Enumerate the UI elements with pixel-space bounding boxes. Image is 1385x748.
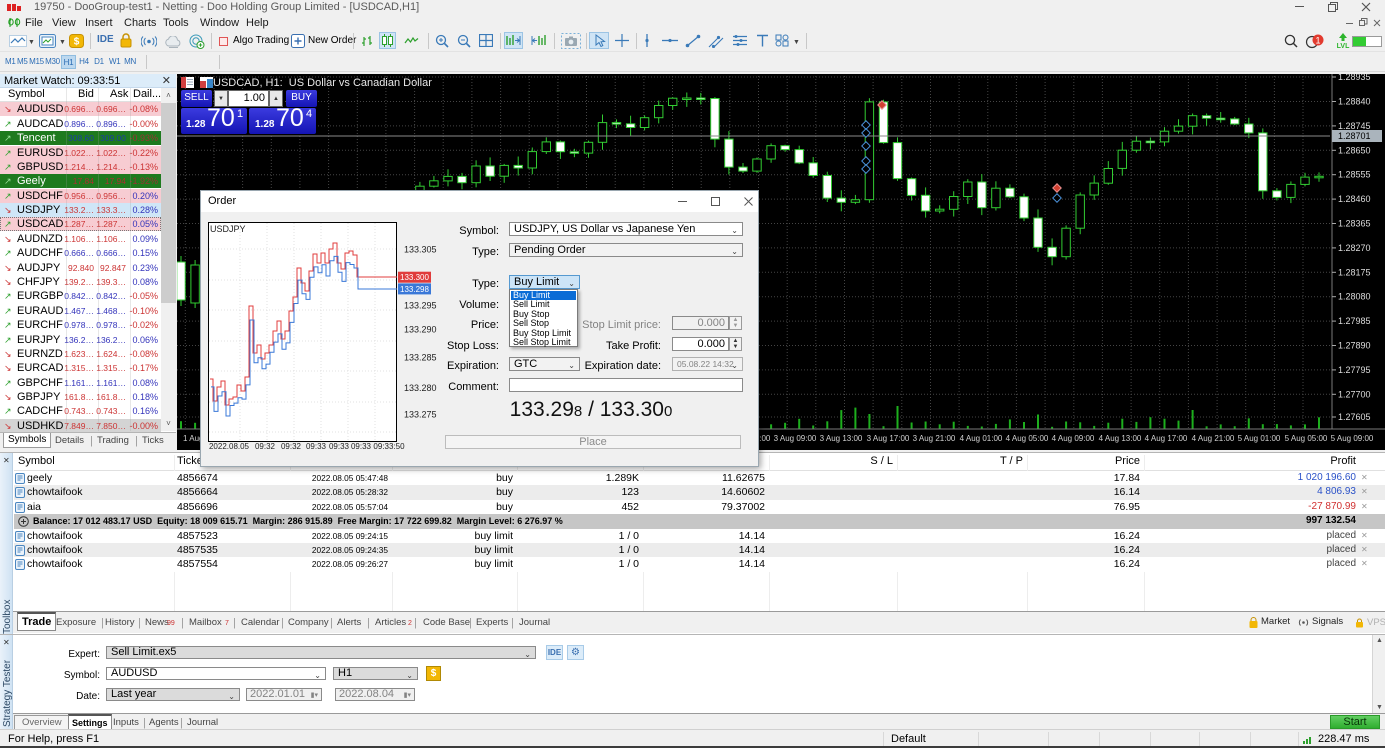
svg-text:09:32: 09:32 [255,442,276,451]
svg-text:4 Aug 13:00: 4 Aug 13:00 [1099,434,1142,443]
svg-text:5 Aug 09:00: 5 Aug 09:00 [1331,434,1374,443]
svg-text:1.28745: 1.28745 [1338,121,1371,131]
svg-text:1.27605: 1.27605 [1338,412,1371,422]
svg-text:1.28555: 1.28555 [1338,170,1371,180]
svg-text:09:33:50: 09:33:50 [373,442,405,451]
svg-text:1.28650: 1.28650 [1338,145,1371,155]
svg-text:3 Aug 17:00: 3 Aug 17:00 [867,434,910,443]
svg-text:1.28935: 1.28935 [1338,74,1371,82]
svg-text:4 Aug 01:00: 4 Aug 01:00 [960,434,1003,443]
svg-text:LVL: LVL [1337,43,1350,49]
svg-text:1.28840: 1.28840 [1338,97,1371,107]
svg-text:1.28701: 1.28701 [1338,131,1371,141]
svg-text:1.28175: 1.28175 [1338,267,1371,277]
svg-text:5 Aug 05:00: 5 Aug 05:00 [1285,434,1328,443]
svg-text:4 Aug 05:00: 4 Aug 05:00 [1006,434,1049,443]
svg-text:1.27985: 1.27985 [1338,316,1371,326]
svg-text:3 Aug 09:00: 3 Aug 09:00 [774,434,817,443]
svg-text:4 Aug 21:00: 4 Aug 21:00 [1192,434,1235,443]
svg-text:1.27890: 1.27890 [1338,341,1371,351]
svg-text:09:33: 09:33 [306,442,327,451]
svg-text:3 Aug 13:00: 3 Aug 13:00 [820,434,863,443]
svg-text:1.27795: 1.27795 [1338,365,1371,375]
svg-text:1.28270: 1.28270 [1338,243,1371,253]
svg-text:133.280: 133.280 [404,383,437,393]
svg-text:1.28080: 1.28080 [1338,292,1371,302]
svg-text:4 Aug 17:00: 4 Aug 17:00 [1145,434,1188,443]
svg-text:1.28365: 1.28365 [1338,219,1371,229]
svg-text:09:33: 09:33 [329,442,350,451]
svg-text:133.285: 133.285 [404,353,437,363]
svg-text:$: $ [74,37,80,48]
svg-text:133.295: 133.295 [404,301,437,311]
svg-text:USDJPY: USDJPY [210,224,246,234]
svg-text:2022.08.05: 2022.08.05 [209,442,250,451]
svg-text:133.290: 133.290 [404,325,437,335]
svg-text:4 Aug 09:00: 4 Aug 09:00 [1052,434,1095,443]
svg-text:5 Aug 01:00: 5 Aug 01:00 [1238,434,1281,443]
svg-text:09:32: 09:32 [281,442,302,451]
svg-text:1: 1 [1315,36,1320,46]
svg-text:09:33: 09:33 [351,442,372,451]
svg-text:133.305: 133.305 [404,244,437,254]
svg-text:3 Aug 21:00: 3 Aug 21:00 [913,434,956,443]
svg-text:133.298: 133.298 [400,285,429,294]
svg-text:133.300: 133.300 [400,273,429,282]
svg-text:1.28460: 1.28460 [1338,194,1371,204]
svg-text:1.27700: 1.27700 [1338,389,1371,399]
